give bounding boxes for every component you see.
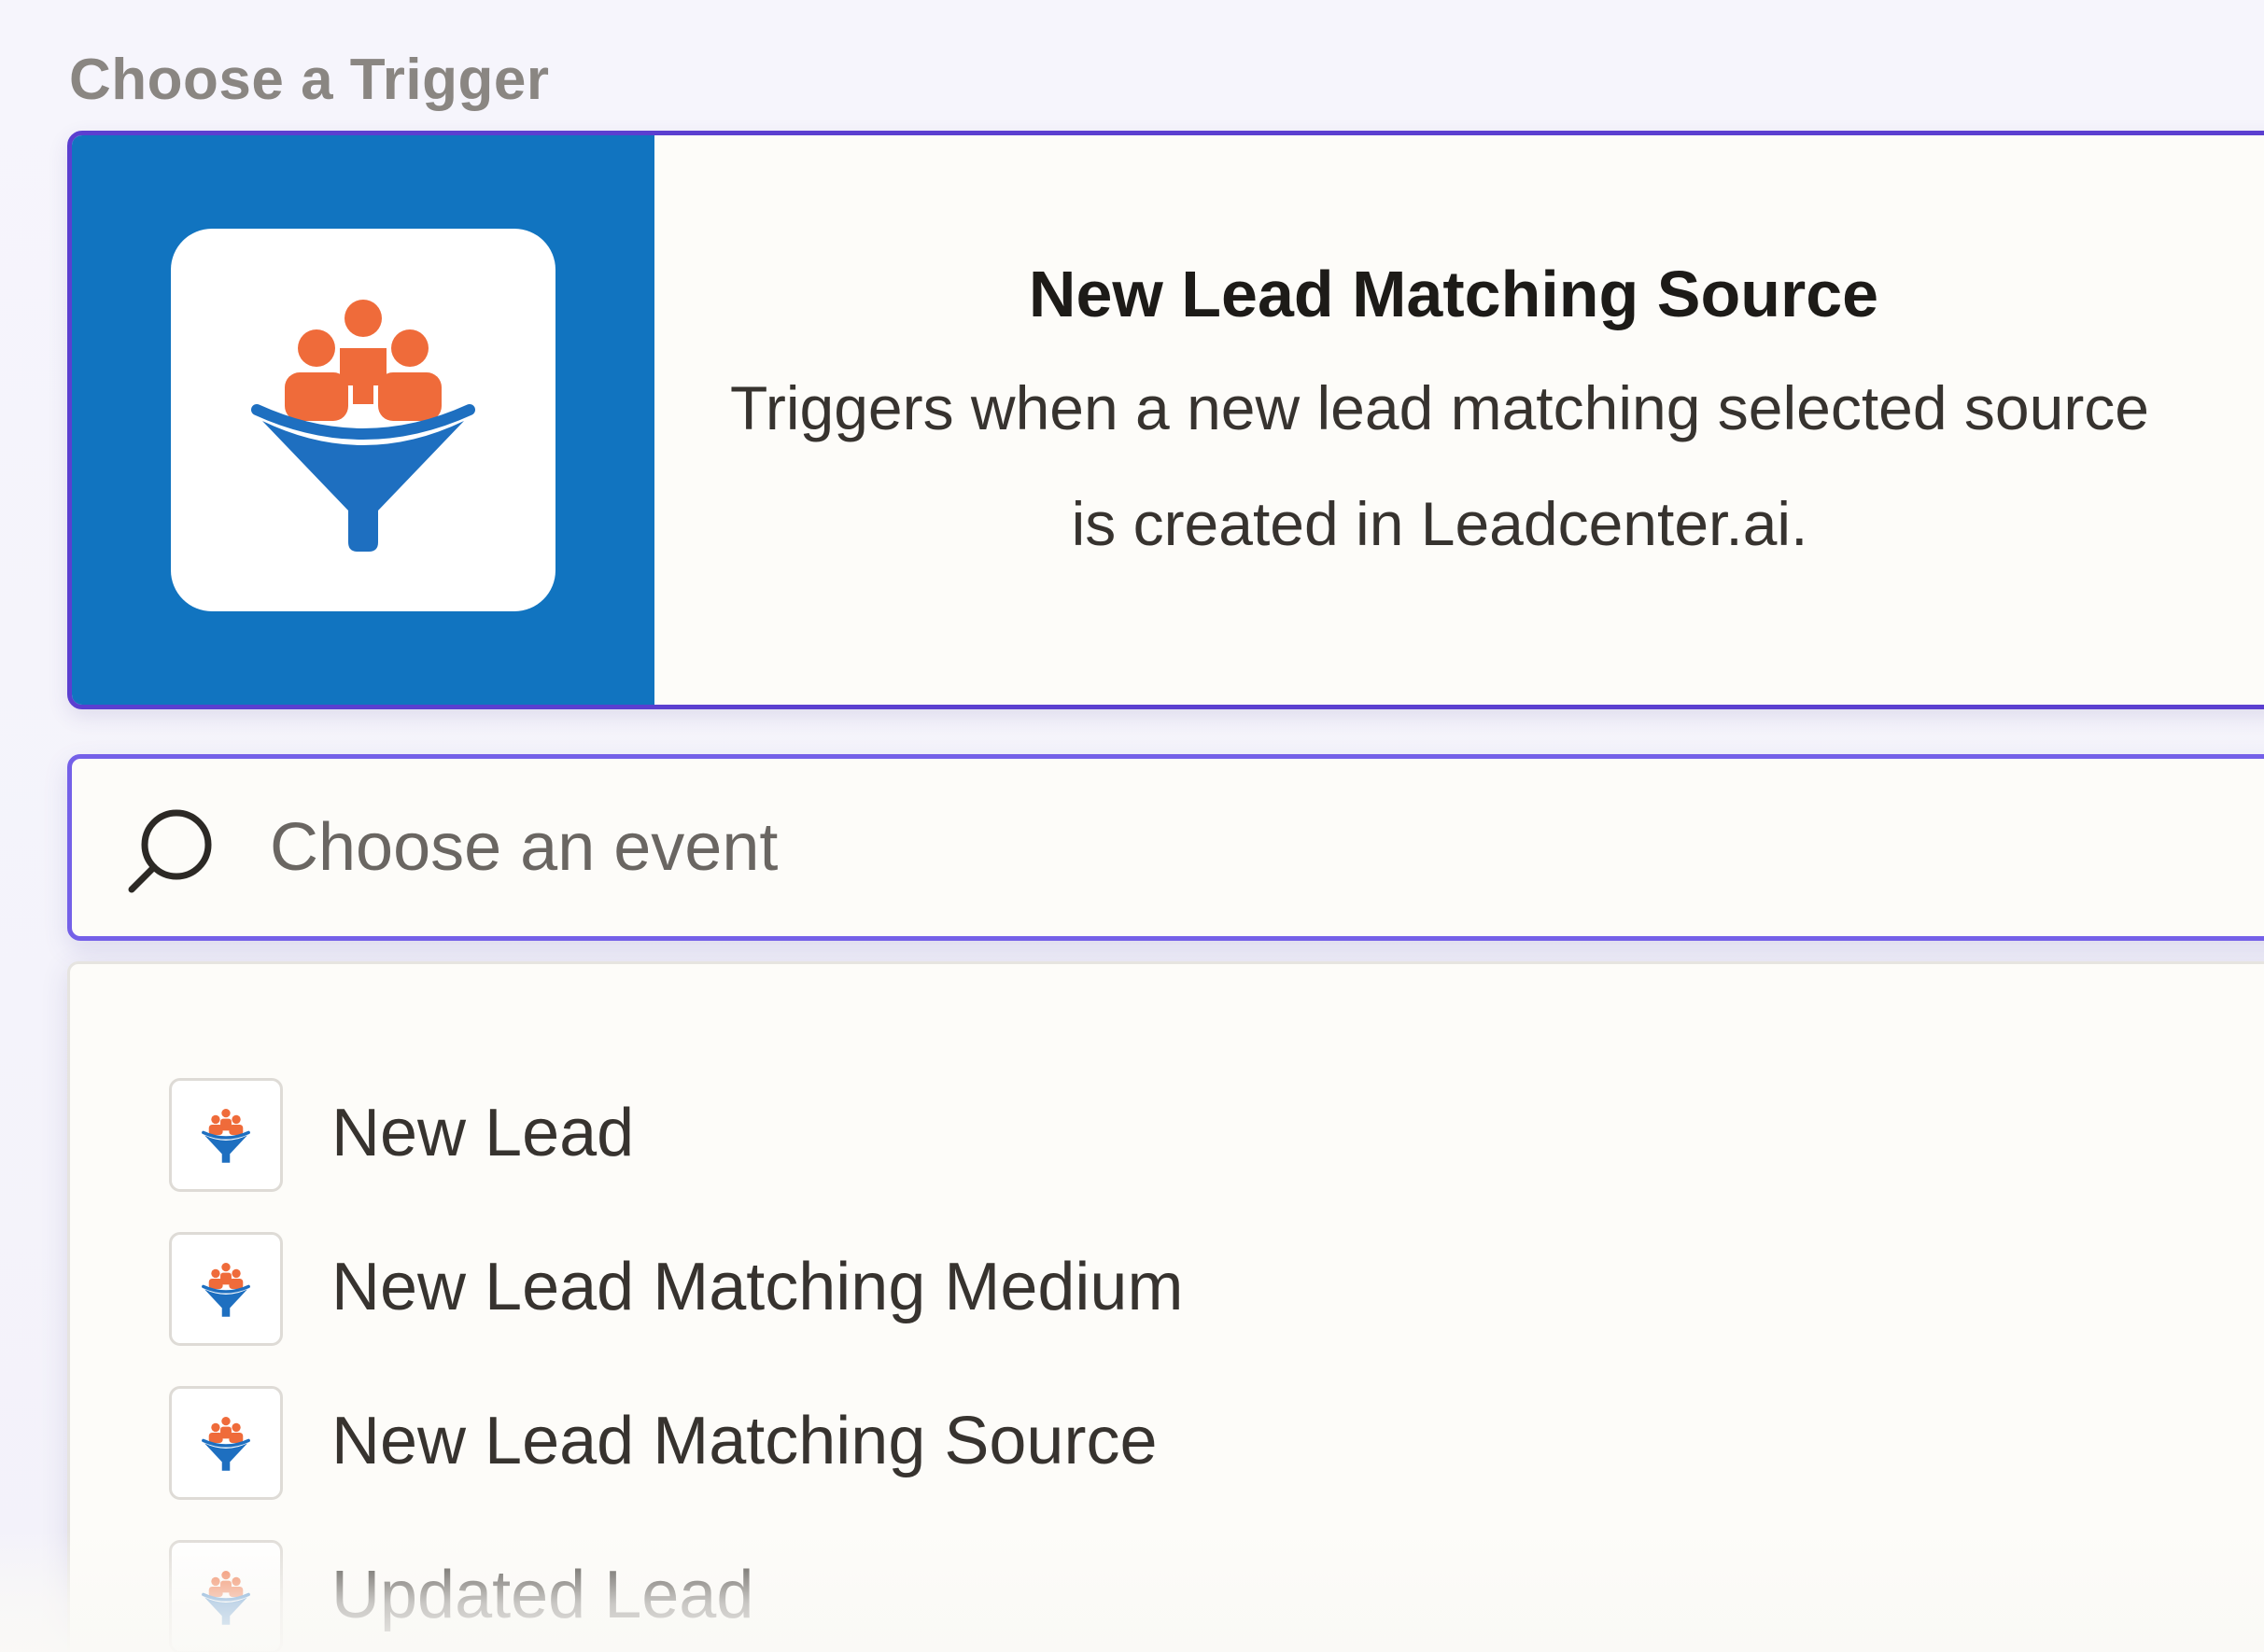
trigger-details: New Lead Matching Source Triggers when a… <box>725 257 2264 581</box>
event-option-new-lead-matching-source[interactable]: New Lead Matching Source <box>70 1365 2264 1515</box>
event-search-input[interactable] <box>268 800 2139 895</box>
trigger-title: New Lead Matching Source <box>1028 258 1879 330</box>
event-option-new-lead[interactable]: New Lead <box>70 1057 2264 1207</box>
leadcenter-funnel-icon <box>202 1570 250 1625</box>
event-search-box[interactable] <box>67 754 2264 941</box>
event-app-icon <box>169 1078 283 1192</box>
section-title: Choose a Trigger <box>69 48 550 112</box>
event-dropdown-list: New Lead New Lead Matching Medium New Le… <box>67 961 2264 1652</box>
event-app-icon <box>169 1540 283 1652</box>
event-option-updated-lead[interactable]: Updated Lead <box>70 1519 2264 1652</box>
trigger-chooser-page: Choose a Trigger New Lead Matching Sourc… <box>0 0 2264 1652</box>
event-option-label: New Lead Matching Medium <box>331 1250 1184 1324</box>
event-option-label: Updated Lead <box>331 1558 754 1632</box>
app-logo-tile <box>171 229 555 611</box>
leadcenter-funnel-icon <box>202 1108 250 1163</box>
leadcenter-funnel-icon <box>251 300 475 552</box>
event-app-icon <box>169 1386 283 1500</box>
event-app-icon <box>169 1232 283 1346</box>
event-option-label: New Lead Matching Source <box>331 1404 1158 1478</box>
selected-trigger-card[interactable]: New Lead Matching Source Triggers when a… <box>67 131 2264 709</box>
trigger-description: Triggers when a new lead matching select… <box>729 373 2150 558</box>
leadcenter-funnel-icon <box>202 1262 250 1317</box>
leadcenter-funnel-icon <box>202 1416 250 1471</box>
search-icon <box>128 809 212 893</box>
event-option-label: New Lead <box>331 1096 635 1170</box>
app-brand-panel <box>72 135 654 705</box>
event-option-new-lead-matching-medium[interactable]: New Lead Matching Medium <box>70 1211 2264 1361</box>
